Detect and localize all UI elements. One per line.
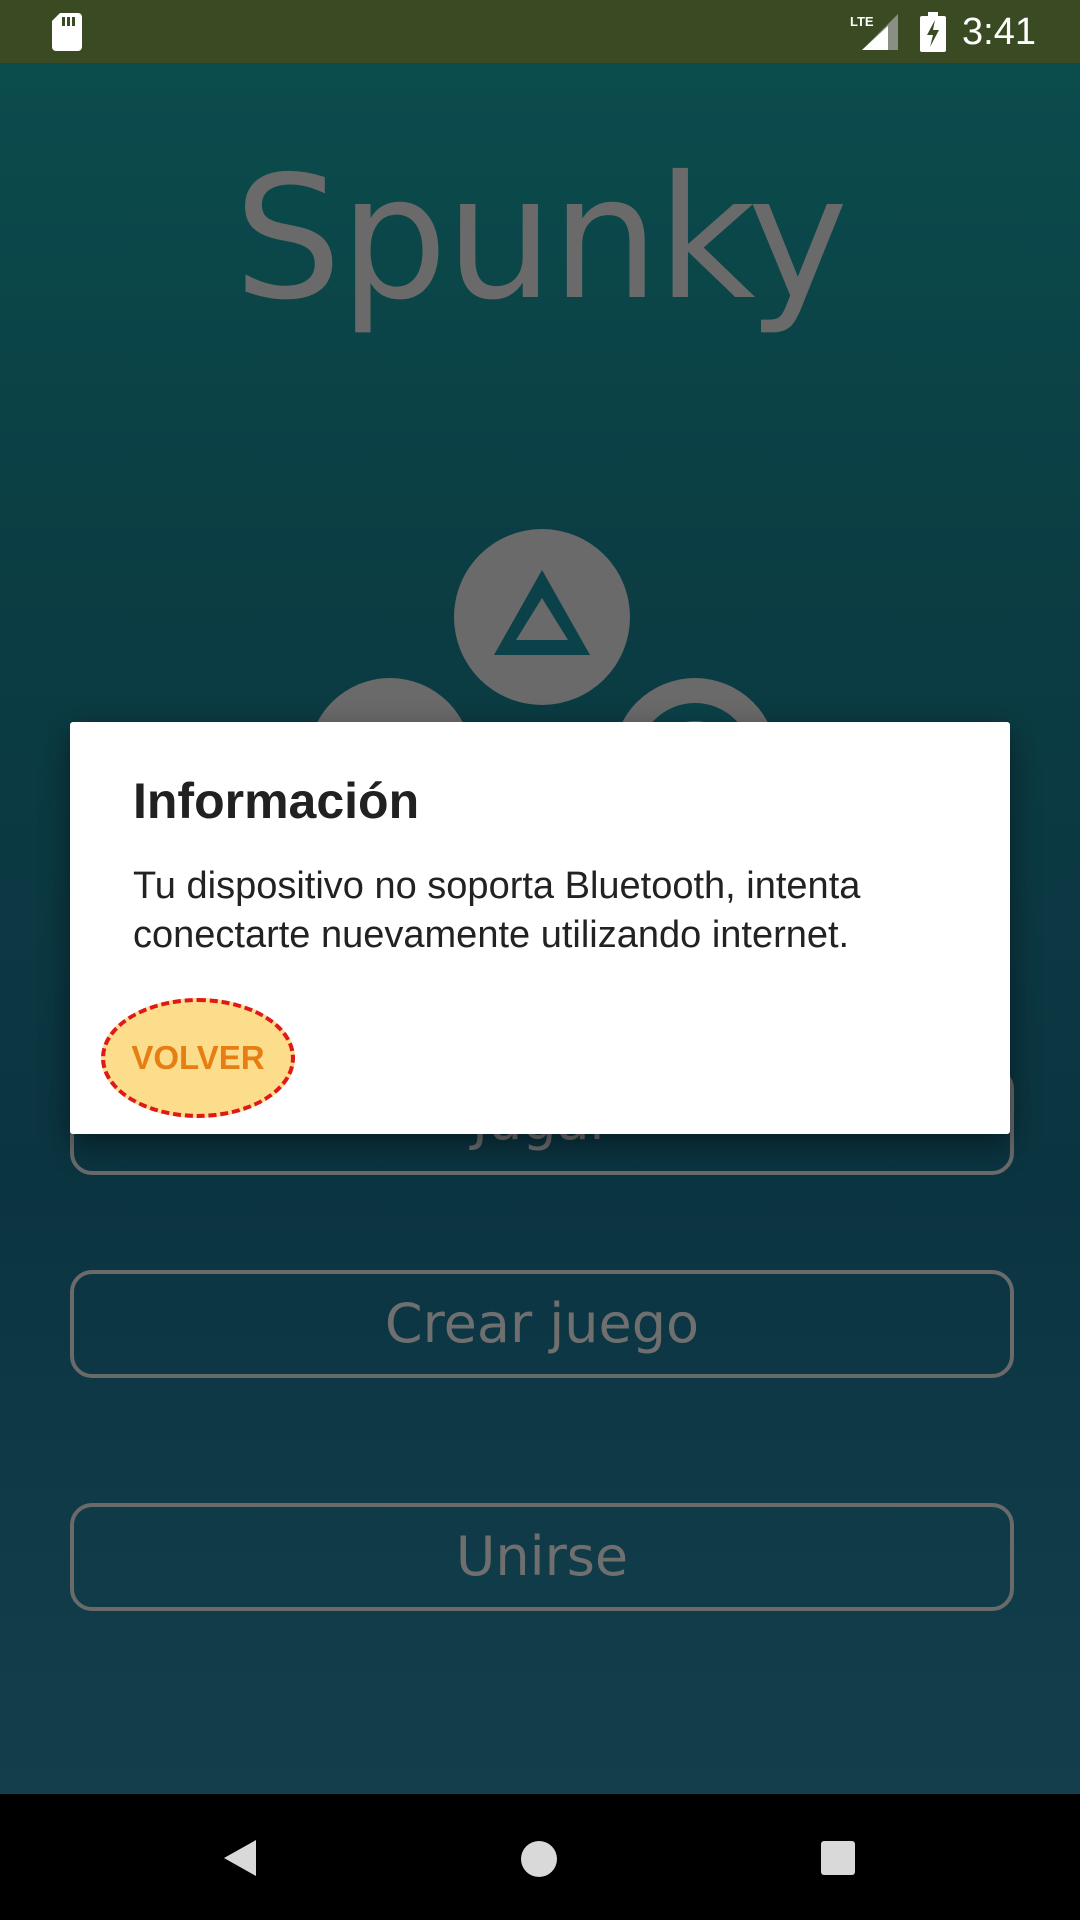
app-title: Spunky [233, 140, 848, 338]
info-dialog: Información Tu dispositivo no soporta Bl… [70, 722, 1010, 1134]
screen: LTE 3:41 Spunky Jugar Crear juego Unirse… [0, 0, 1080, 1920]
volver-button[interactable]: VOLVER [101, 998, 295, 1118]
home-icon[interactable] [520, 1840, 558, 1878]
sd-card-icon [52, 13, 82, 51]
status-bar: LTE 3:41 [0, 0, 1080, 63]
dialog-message: Tu dispositivo no soporta Bluetooth, int… [133, 865, 861, 956]
clock: 3:41 [962, 11, 1036, 53]
back-icon[interactable] [222, 1838, 258, 1878]
battery-charging-icon [920, 12, 946, 52]
logo-buttons-icon [308, 529, 777, 760]
unirse-button[interactable]: Unirse [70, 1503, 1014, 1611]
svg-text:LTE: LTE [850, 14, 874, 29]
dialog-title: Información [133, 773, 420, 829]
lte-signal-icon: LTE [850, 14, 898, 50]
recents-icon[interactable] [820, 1840, 856, 1876]
crear-juego-button[interactable]: Crear juego [70, 1270, 1014, 1378]
